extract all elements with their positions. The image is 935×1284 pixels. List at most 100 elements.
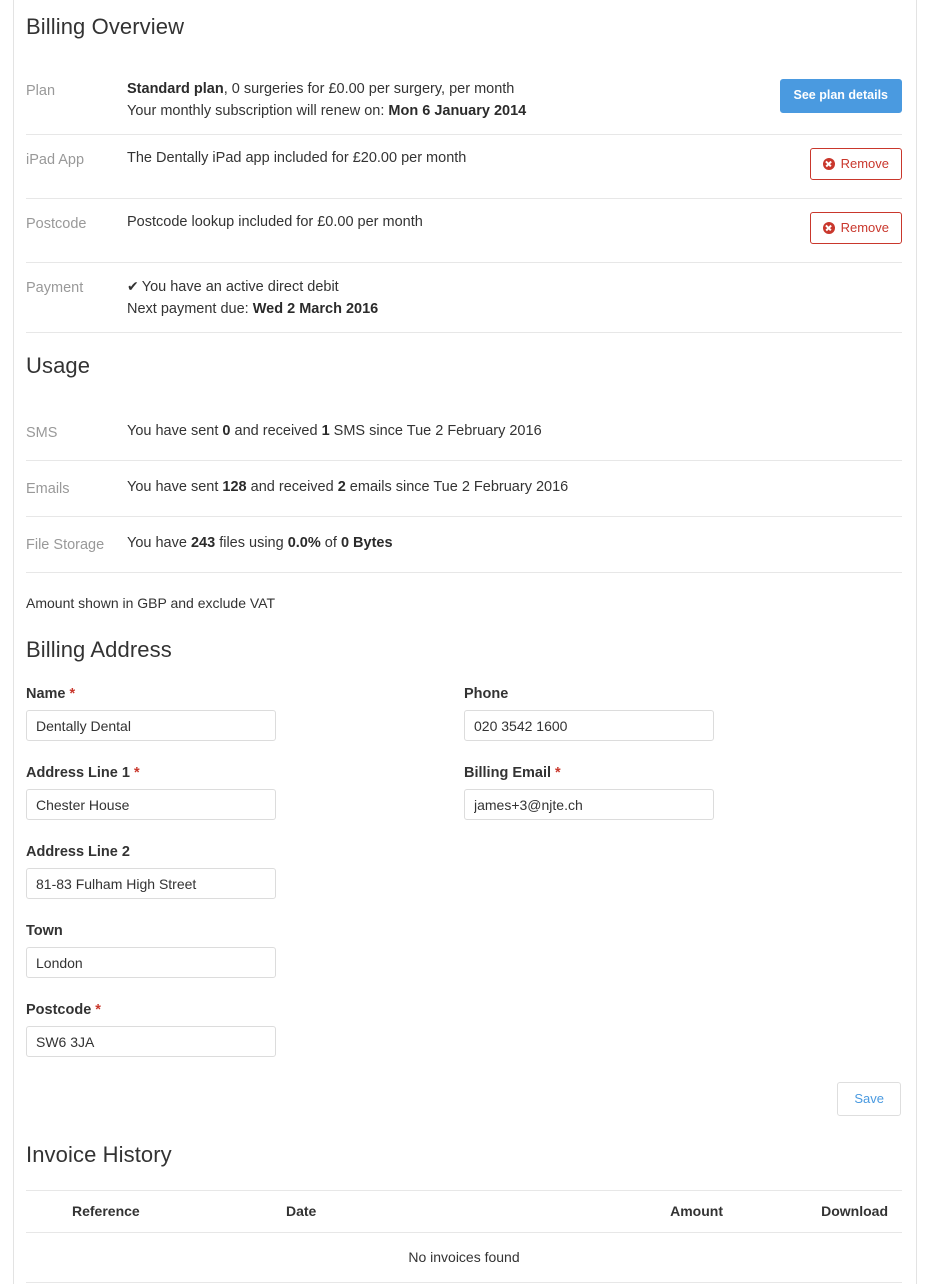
address2-label-text: Address Line 2 [26,844,130,860]
invoice-table-body: No invoices found [26,1233,902,1283]
column-header-download: Download [751,1191,902,1233]
name-input[interactable] [26,710,276,741]
billing-address-title: Billing Address [26,635,902,665]
address-line-2-input[interactable] [26,868,276,899]
usage-title: Usage [26,333,902,381]
billing-row-plan-body: Standard plan, 0 surgeries for £0.00 per… [127,79,780,121]
billing-row-ipad-app: iPad App The Dentally iPad app included … [26,135,902,199]
remove-ipad-app-button[interactable]: Remove [810,148,902,180]
storage-file-count: 243 [191,535,215,551]
storage-p3: of [321,535,341,551]
billing-email-input[interactable] [464,789,714,820]
plan-renewal-prefix: Your monthly subscription will renew on: [127,103,388,119]
postcode-label-text: Postcode [26,1002,91,1018]
required-asterisk: * [555,765,561,781]
ipad-app-text: The Dentally iPad app included for £20.0… [127,148,798,168]
usage-rows: SMS You have sent 0 and received 1 SMS s… [26,405,902,573]
town-input[interactable] [26,947,276,978]
required-asterisk: * [95,1002,101,1018]
page-title: Billing Overview [26,0,902,42]
plan-renewal-date: Mon 6 January 2014 [388,103,526,119]
billing-email-label-text: Billing Email [464,765,551,781]
usage-row-sms-body: You have sent 0 and received 1 SMS since… [127,421,902,441]
billing-row-ipad-app-action: Remove [810,148,902,180]
field-group-phone: Phone [464,685,902,741]
billing-address-section: Billing Address Name * Address Line 1 * … [26,613,902,1116]
postcode-lookup-text: Postcode lookup included for £0.00 per m… [127,212,798,232]
remove-circle-x-icon [823,158,835,170]
invoice-history-table: Reference Date Amount Download No invoic… [26,1190,902,1283]
plan-detail: , 0 surgeries for £0.00 per surgery, per… [224,81,515,97]
address-line-1-input[interactable] [26,789,276,820]
column-header-date: Date [276,1191,521,1233]
column-header-amount: Amount [521,1191,751,1233]
emails-p2: and received [247,479,338,495]
billing-address-right-column: Phone Billing Email * [464,685,902,1080]
address1-label-text: Address Line 1 [26,765,130,781]
billing-row-postcode-label: Postcode [26,212,127,235]
direct-debit-status-line: ✔You have an active direct debit [127,276,890,297]
usage-row-emails-body: You have sent 128 and received 2 emails … [127,477,902,497]
required-asterisk: * [134,765,140,781]
billing-row-postcode: Postcode Postcode lookup included for £0… [26,199,902,263]
next-payment-prefix: Next payment due: [127,301,253,317]
billing-address-left-column: Name * Address Line 1 * Address Line 2 T… [26,685,464,1080]
billing-row-payment-body: ✔You have an active direct debit Next pa… [127,276,902,319]
emails-p3: emails since Tue 2 February 2016 [346,479,568,495]
field-group-address1: Address Line 1 * [26,764,464,820]
field-group-address2: Address Line 2 [26,843,464,899]
plan-summary-line: Standard plan, 0 surgeries for £0.00 per… [127,79,768,99]
field-group-town: Town [26,922,464,978]
billing-row-payment-label: Payment [26,276,127,299]
sms-p1: You have sent [127,423,222,439]
field-group-billing-email: Billing Email * [464,764,902,820]
emails-sent-count: 128 [222,479,246,495]
usage-row-file-storage-label: File Storage [26,533,127,556]
phone-label: Phone [464,685,902,703]
billing-row-plan-action: See plan details [780,79,902,113]
sms-received-count: 1 [322,423,330,439]
required-asterisk: * [70,686,76,702]
invoice-history-section: Invoice History Reference Date Amount Do… [26,1116,902,1283]
billing-row-postcode-action: Remove [810,212,902,244]
billing-address-form: Name * Address Line 1 * Address Line 2 T… [26,685,902,1080]
field-group-postcode: Postcode * [26,1001,464,1057]
check-icon: ✔ [127,278,139,294]
invoice-history-title: Invoice History [26,1140,902,1170]
billing-overview-rows: Plan Standard plan, 0 surgeries for £0.0… [26,66,902,333]
usage-row-sms: SMS You have sent 0 and received 1 SMS s… [26,405,902,461]
billing-row-ipad-app-label: iPad App [26,148,127,171]
storage-percent: 0.0% [288,535,321,551]
town-label: Town [26,922,464,940]
sms-p3: SMS since Tue 2 February 2016 [330,423,542,439]
save-button[interactable]: Save [837,1082,901,1116]
see-plan-details-button[interactable]: See plan details [780,79,902,113]
phone-input[interactable] [464,710,714,741]
remove-postcode-button[interactable]: Remove [810,212,902,244]
plan-renewal-line: Your monthly subscription will renew on:… [127,101,768,121]
postcode-label: Postcode * [26,1001,464,1019]
storage-total: 0 Bytes [341,535,393,551]
remove-circle-x-icon [823,222,835,234]
address2-label: Address Line 2 [26,843,464,861]
remove-ipad-app-label: Remove [841,157,889,170]
next-payment-line: Next payment due: Wed 2 March 2016 [127,299,890,319]
plan-name: Standard plan [127,81,224,97]
billing-row-plan: Plan Standard plan, 0 surgeries for £0.0… [26,66,902,135]
phone-label-text: Phone [464,686,508,702]
postcode-input[interactable] [26,1026,276,1057]
sms-p2: and received [230,423,321,439]
storage-p2: files using [215,535,288,551]
remove-postcode-label: Remove [841,221,889,234]
table-row-empty: No invoices found [26,1233,902,1283]
usage-row-sms-label: SMS [26,421,127,444]
billing-row-postcode-body: Postcode lookup included for £0.00 per m… [127,212,810,232]
usage-row-file-storage: File Storage You have 243 files using 0.… [26,517,902,573]
billing-row-ipad-app-body: The Dentally iPad app included for £20.0… [127,148,810,168]
next-payment-date: Wed 2 March 2016 [253,301,378,317]
emails-received-count: 2 [338,479,346,495]
billing-row-payment: Payment ✔You have an active direct debit… [26,263,902,333]
name-label-text: Name [26,686,66,702]
no-invoices-message: No invoices found [26,1233,902,1283]
direct-debit-status-text: You have an active direct debit [142,279,339,295]
